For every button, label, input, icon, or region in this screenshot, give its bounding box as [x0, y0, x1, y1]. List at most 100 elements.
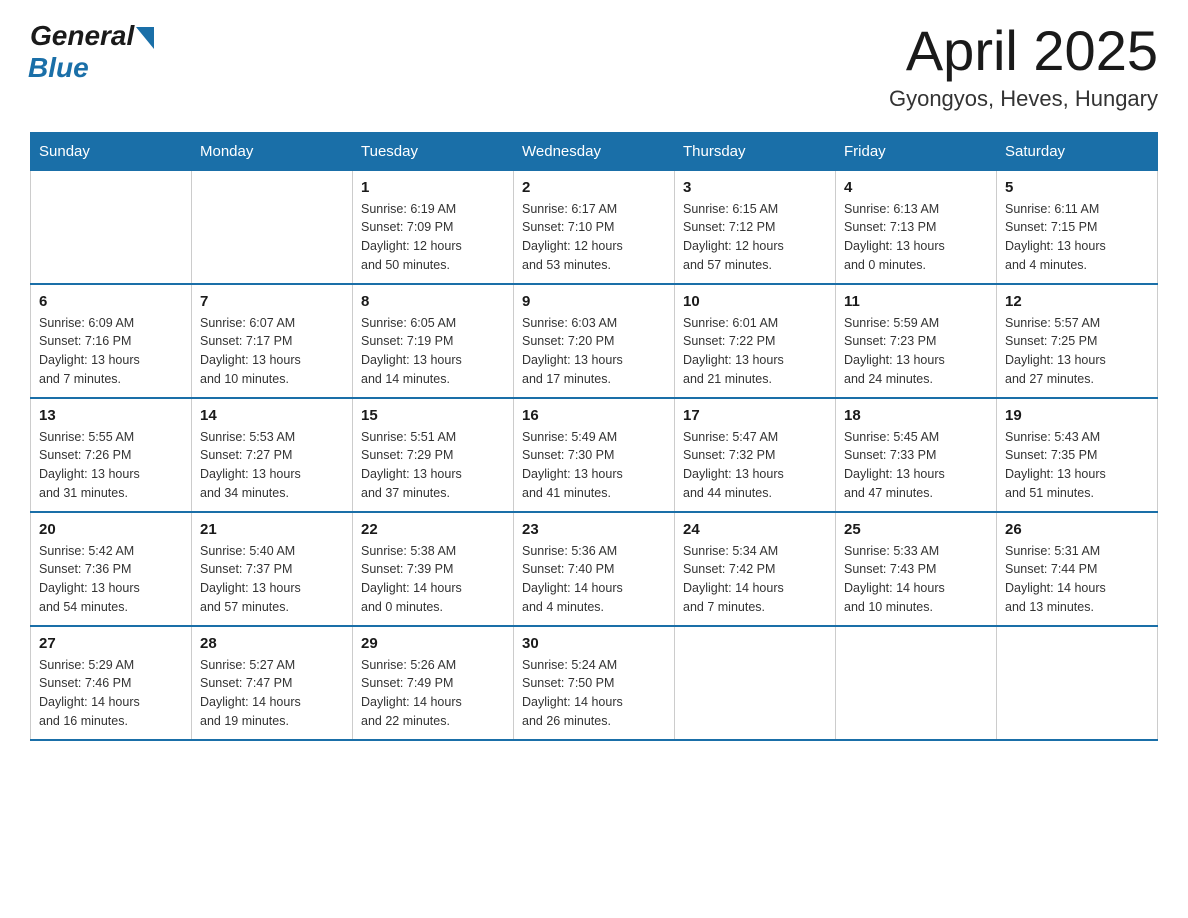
day-info: Sunrise: 5:57 AMSunset: 7:25 PMDaylight:… — [1005, 314, 1149, 389]
calendar-cell: 9Sunrise: 6:03 AMSunset: 7:20 PMDaylight… — [514, 284, 675, 398]
calendar-cell: 13 Sunrise: 5:55 AMSunset: 7:26 PMDayligh… — [31, 398, 192, 512]
calendar-cell: 15Sunrise: 5:51 AMSunset: 7:29 PMDayligh… — [353, 398, 514, 512]
calendar-cell: 20 Sunrise: 5:42 AMSunset: 7:36 PMDayligh… — [31, 512, 192, 626]
day-info: Sunrise: 5:38 AMSunset: 7:39 PMDaylight:… — [361, 542, 505, 617]
column-header-friday: Friday — [836, 132, 997, 170]
day-info: Sunrise: 5:34 AMSunset: 7:42 PMDaylight:… — [683, 542, 827, 617]
day-number: 4 — [844, 179, 988, 196]
day-info: Sunrise: 5:29 AMSunset: 7:46 PMDaylight:… — [39, 656, 183, 731]
day-info: Sunrise: 6:17 AMSunset: 7:10 PMDaylight:… — [522, 200, 666, 275]
location: Gyongyos, Heves, Hungary — [889, 86, 1158, 112]
day-number: 8 — [361, 293, 505, 310]
day-number: 17 — [683, 407, 827, 424]
day-info: Sunrise: 6:15 AMSunset: 7:12 PMDaylight:… — [683, 200, 827, 275]
logo-general-text: General — [30, 20, 134, 52]
calendar-cell: 2 Sunrise: 6:17 AMSunset: 7:10 PMDaylight… — [514, 170, 675, 284]
month-title: April 2025 — [889, 20, 1158, 82]
day-number: 30 — [522, 635, 666, 652]
day-number: 13 — [39, 407, 183, 424]
logo: General Blue — [30, 20, 154, 84]
calendar-cell — [192, 170, 353, 284]
day-number: 26 — [1005, 521, 1149, 538]
calendar-week-5: 27 Sunrise: 5:29 AMSunset: 7:46 PMDayligh… — [31, 626, 1158, 740]
calendar-cell: 29Sunrise: 5:26 AMSunset: 7:49 PMDayligh… — [353, 626, 514, 740]
calendar-cell: 10Sunrise: 6:01 AMSunset: 7:22 PMDayligh… — [675, 284, 836, 398]
calendar-cell: 3 Sunrise: 6:15 AMSunset: 7:12 PMDaylight… — [675, 170, 836, 284]
calendar-cell — [836, 626, 997, 740]
calendar-cell — [31, 170, 192, 284]
day-number: 7 — [200, 293, 344, 310]
day-number: 3 — [683, 179, 827, 196]
day-info: Sunrise: 6:03 AMSunset: 7:20 PMDaylight:… — [522, 314, 666, 389]
calendar-cell: 24 Sunrise: 5:34 AMSunset: 7:42 PMDayligh… — [675, 512, 836, 626]
calendar-cell — [675, 626, 836, 740]
day-number: 16 — [522, 407, 666, 424]
column-header-tuesday: Tuesday — [353, 132, 514, 170]
calendar-week-4: 20 Sunrise: 5:42 AMSunset: 7:36 PMDayligh… — [31, 512, 1158, 626]
day-info: Sunrise: 5:40 AMSunset: 7:37 PMDaylight:… — [200, 542, 344, 617]
calendar-cell: 16 Sunrise: 5:49 AMSunset: 7:30 PMDayligh… — [514, 398, 675, 512]
calendar-week-2: 6 Sunrise: 6:09 AMSunset: 7:16 PMDaylight… — [31, 284, 1158, 398]
logo-blue-text: Blue — [28, 52, 89, 84]
column-header-wednesday: Wednesday — [514, 132, 675, 170]
day-info: Sunrise: 5:53 AMSunset: 7:27 PMDaylight:… — [200, 428, 344, 503]
calendar-cell: 11 Sunrise: 5:59 AMSunset: 7:23 PMDayligh… — [836, 284, 997, 398]
calendar-cell: 22 Sunrise: 5:38 AMSunset: 7:39 PMDayligh… — [353, 512, 514, 626]
calendar-cell: 12 Sunrise: 5:57 AMSunset: 7:25 PMDayligh… — [997, 284, 1158, 398]
day-number: 23 — [522, 521, 666, 538]
calendar-cell — [997, 626, 1158, 740]
day-number: 15 — [361, 407, 505, 424]
calendar-week-3: 13 Sunrise: 5:55 AMSunset: 7:26 PMDayligh… — [31, 398, 1158, 512]
day-info: Sunrise: 5:49 AMSunset: 7:30 PMDaylight:… — [522, 428, 666, 503]
calendar-cell: 1 Sunrise: 6:19 AMSunset: 7:09 PMDaylight… — [353, 170, 514, 284]
calendar-cell: 17 Sunrise: 5:47 AMSunset: 7:32 PMDayligh… — [675, 398, 836, 512]
day-info: Sunrise: 6:09 AMSunset: 7:16 PMDaylight:… — [39, 314, 183, 389]
day-info: Sunrise: 5:33 AMSunset: 7:43 PMDaylight:… — [844, 542, 988, 617]
calendar-cell: 5 Sunrise: 6:11 AMSunset: 7:15 PMDaylight… — [997, 170, 1158, 284]
day-info: Sunrise: 5:45 AMSunset: 7:33 PMDaylight:… — [844, 428, 988, 503]
calendar-cell: 28Sunrise: 5:27 AMSunset: 7:47 PMDayligh… — [192, 626, 353, 740]
day-info: Sunrise: 6:19 AMSunset: 7:09 PMDaylight:… — [361, 200, 505, 275]
day-number: 2 — [522, 179, 666, 196]
calendar-cell: 30 Sunrise: 5:24 AMSunset: 7:50 PMDayligh… — [514, 626, 675, 740]
calendar-cell: 8Sunrise: 6:05 AMSunset: 7:19 PMDaylight… — [353, 284, 514, 398]
calendar-cell: 4Sunrise: 6:13 AMSunset: 7:13 PMDaylight… — [836, 170, 997, 284]
day-number: 20 — [39, 521, 183, 538]
day-number: 18 — [844, 407, 988, 424]
day-number: 5 — [1005, 179, 1149, 196]
logo-arrow-icon — [136, 27, 154, 49]
day-number: 12 — [1005, 293, 1149, 310]
day-info: Sunrise: 5:59 AMSunset: 7:23 PMDaylight:… — [844, 314, 988, 389]
day-info: Sunrise: 5:24 AMSunset: 7:50 PMDaylight:… — [522, 656, 666, 731]
calendar-cell: 26 Sunrise: 5:31 AMSunset: 7:44 PMDayligh… — [997, 512, 1158, 626]
day-number: 27 — [39, 635, 183, 652]
day-info: Sunrise: 6:07 AMSunset: 7:17 PMDaylight:… — [200, 314, 344, 389]
day-info: Sunrise: 5:27 AMSunset: 7:47 PMDaylight:… — [200, 656, 344, 731]
day-number: 29 — [361, 635, 505, 652]
day-info: Sunrise: 5:42 AMSunset: 7:36 PMDaylight:… — [39, 542, 183, 617]
calendar-cell: 18 Sunrise: 5:45 AMSunset: 7:33 PMDayligh… — [836, 398, 997, 512]
calendar-cell: 6 Sunrise: 6:09 AMSunset: 7:16 PMDaylight… — [31, 284, 192, 398]
day-info: Sunrise: 5:43 AMSunset: 7:35 PMDaylight:… — [1005, 428, 1149, 503]
day-number: 25 — [844, 521, 988, 538]
calendar-cell: 27 Sunrise: 5:29 AMSunset: 7:46 PMDayligh… — [31, 626, 192, 740]
day-info: Sunrise: 6:11 AMSunset: 7:15 PMDaylight:… — [1005, 200, 1149, 275]
day-number: 21 — [200, 521, 344, 538]
column-header-saturday: Saturday — [997, 132, 1158, 170]
day-number: 24 — [683, 521, 827, 538]
day-number: 22 — [361, 521, 505, 538]
calendar-cell: 23Sunrise: 5:36 AMSunset: 7:40 PMDayligh… — [514, 512, 675, 626]
day-number: 1 — [361, 179, 505, 196]
day-number: 14 — [200, 407, 344, 424]
day-info: Sunrise: 5:55 AMSunset: 7:26 PMDaylight:… — [39, 428, 183, 503]
day-info: Sunrise: 5:31 AMSunset: 7:44 PMDaylight:… — [1005, 542, 1149, 617]
day-info: Sunrise: 6:01 AMSunset: 7:22 PMDaylight:… — [683, 314, 827, 389]
page-header: General Blue April 2025 Gyongyos, Heves,… — [30, 20, 1158, 112]
day-number: 11 — [844, 293, 988, 310]
calendar-cell: 14 Sunrise: 5:53 AMSunset: 7:27 PMDayligh… — [192, 398, 353, 512]
day-number: 19 — [1005, 407, 1149, 424]
calendar-cell: 7 Sunrise: 6:07 AMSunset: 7:17 PMDaylight… — [192, 284, 353, 398]
day-info: Sunrise: 5:47 AMSunset: 7:32 PMDaylight:… — [683, 428, 827, 503]
day-number: 6 — [39, 293, 183, 310]
column-header-sunday: Sunday — [31, 132, 192, 170]
